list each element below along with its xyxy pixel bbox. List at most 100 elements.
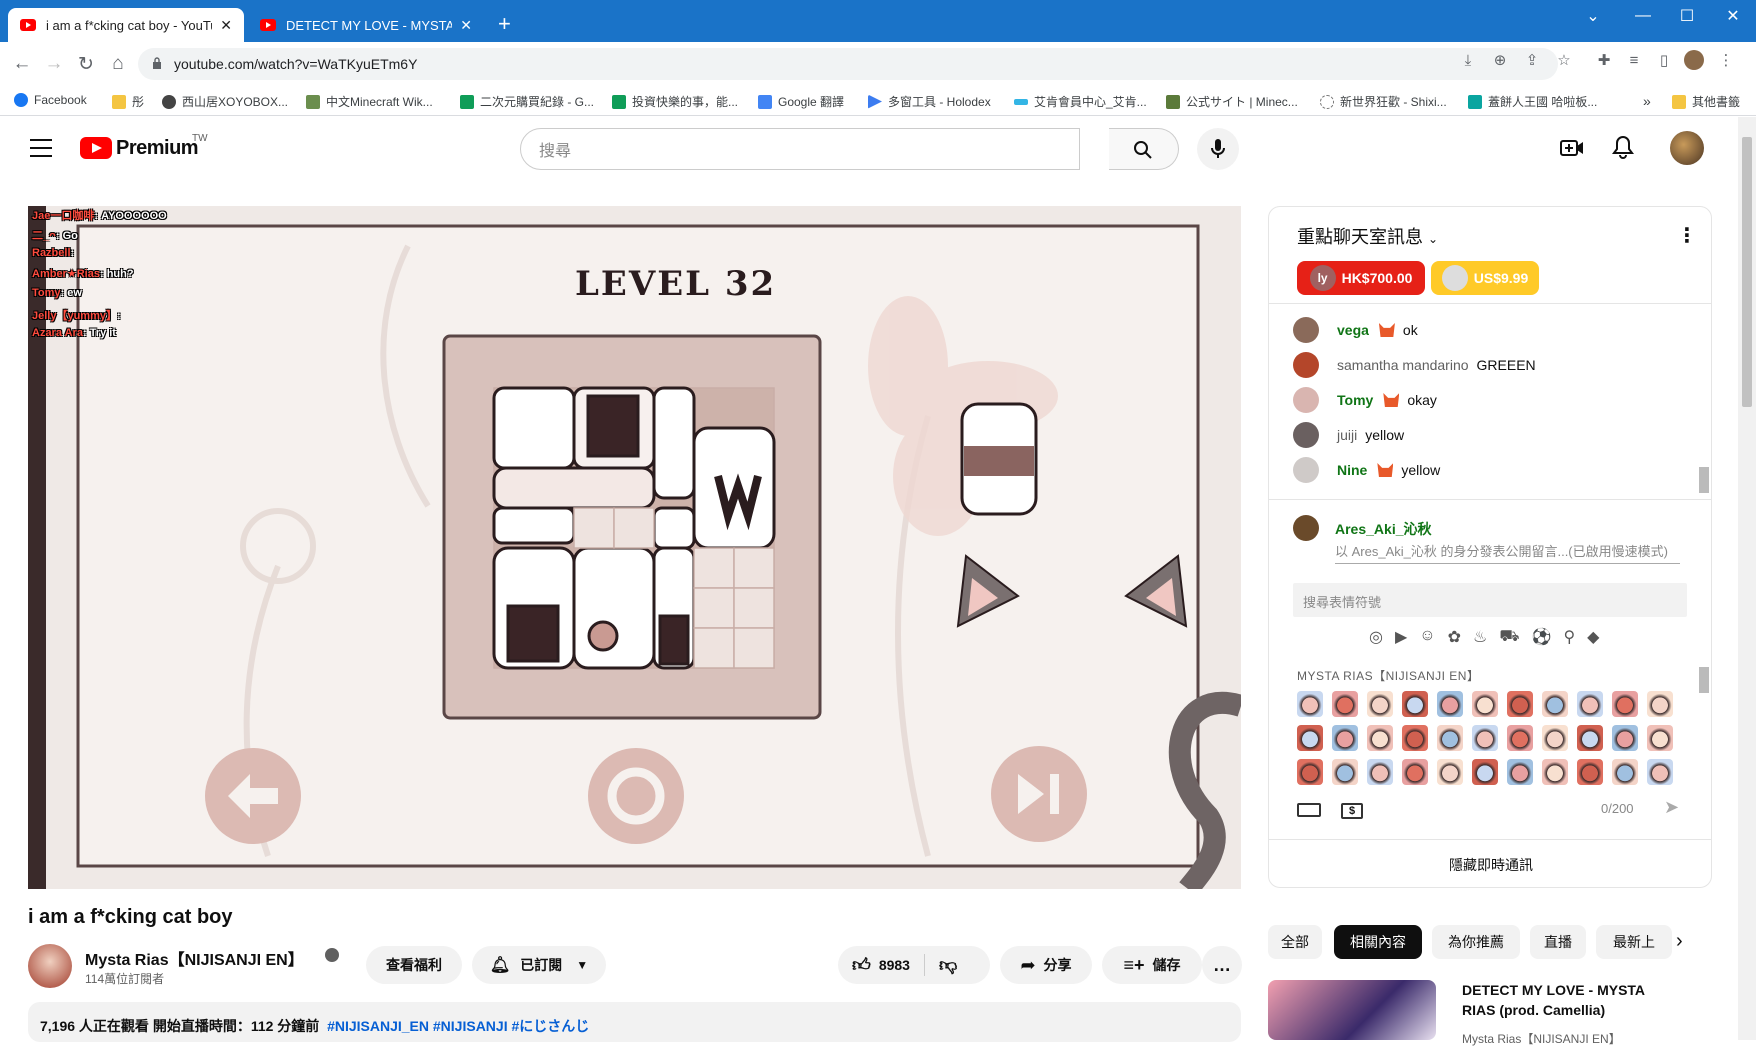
travel-category-icon[interactable]: ⛟ (1499, 627, 1519, 647)
filter-chip-related[interactable]: 相關內容 (1334, 925, 1422, 959)
chrome-menu-icon[interactable]: ⋮ (1716, 50, 1736, 70)
new-tab-button[interactable]: + (498, 11, 511, 37)
hashtags[interactable]: #NIJISANJI_EN #NIJISANJI #にじさんじ (327, 1018, 589, 1034)
member-emoji[interactable] (1612, 725, 1638, 751)
view-perks-button[interactable]: 查看福利 (366, 946, 462, 984)
channel-avatar[interactable] (28, 944, 72, 988)
share-button[interactable]: ➦ 分享 (1000, 946, 1092, 984)
bookmark-star-icon[interactable]: ☆ (1554, 50, 1574, 70)
bookmark-cookie-kingdom[interactable]: 蓋餅人王國 哈啦板... (1468, 93, 1597, 110)
member-emoji[interactable] (1507, 759, 1533, 785)
related-video-title[interactable]: DETECT MY LOVE - MYSTA RIAS (prod. Camel… (1462, 980, 1662, 1020)
member-emoji[interactable] (1612, 759, 1638, 785)
bookmark-google-translate[interactable]: Google 翻譯 (758, 93, 844, 110)
bookmark-minecraft-official[interactable]: 公式サイト | Minec... (1166, 93, 1298, 110)
chat-message-input[interactable]: 以 Ares_Aki_沁秋 的身分發表公開留言...(已啟用慢速模式) (1335, 543, 1680, 564)
filter-chip-live[interactable]: 直播 (1530, 925, 1586, 959)
chat-message[interactable]: Tomy okay (1293, 387, 1437, 413)
youtube-emoji-category-icon[interactable]: ▶ (1395, 627, 1407, 647)
member-emoji[interactable] (1612, 691, 1638, 717)
reload-icon[interactable]: ↻ (74, 52, 98, 76)
member-emoji[interactable] (1647, 759, 1673, 785)
bookmark-holodex[interactable]: 多窗工具 - Holodex (868, 93, 991, 110)
objects-category-icon[interactable]: ⚲ (1563, 627, 1575, 647)
member-emoji[interactable] (1437, 759, 1463, 785)
member-emoji[interactable] (1507, 725, 1533, 751)
member-emoji[interactable] (1577, 691, 1603, 717)
member-emoji[interactable] (1507, 691, 1533, 717)
tab-cat-boy[interactable]: i am a f*cking cat boy - YouTub ✕ (8, 8, 244, 42)
member-emoji[interactable] (1647, 691, 1673, 717)
bookmark-minecraft-wiki[interactable]: 中文Minecraft Wik... (306, 93, 433, 110)
like-count[interactable]: 8983 (879, 957, 910, 973)
super-chat-icon[interactable]: $ (1341, 803, 1363, 819)
member-emoji[interactable] (1472, 759, 1498, 785)
bookmark-xoyobox[interactable]: 西山居XOYOBOX... (162, 93, 288, 110)
member-emoji-category-icon[interactable]: ◎ (1369, 627, 1383, 647)
account-avatar[interactable] (1670, 131, 1704, 165)
bookmark-folder[interactable]: 彤 (112, 93, 144, 110)
more-actions-button[interactable]: … (1202, 946, 1242, 984)
member-emoji[interactable] (1367, 691, 1393, 717)
member-emoji[interactable] (1402, 691, 1428, 717)
voice-search-button[interactable] (1197, 128, 1239, 170)
keyboard-icon[interactable] (1297, 803, 1321, 817)
create-video-icon[interactable] (1560, 137, 1584, 159)
bookmark-purchase-record[interactable]: 二次元購買紀錄 - G... (460, 93, 594, 110)
zoom-icon[interactable]: ⊕ (1490, 50, 1510, 70)
member-emoji[interactable] (1437, 725, 1463, 751)
hide-chat-button[interactable]: 隱藏即時通訊 (1269, 855, 1711, 875)
chat-menu-icon[interactable]: ⋮ (1677, 223, 1697, 248)
member-emoji[interactable] (1332, 725, 1358, 751)
extensions-icon[interactable]: ✚ (1594, 50, 1614, 70)
youtube-logo-icon[interactable] (80, 137, 112, 159)
member-emoji[interactable] (1577, 759, 1603, 785)
home-icon[interactable]: ⌂ (106, 52, 130, 76)
member-emoji[interactable] (1472, 725, 1498, 751)
tab-detect-my-love[interactable]: DETECT MY LOVE - MYSTA RIAS ✕ (248, 8, 484, 42)
install-app-icon[interactable]: ⤓ (1458, 50, 1478, 70)
scrollbar-thumb[interactable] (1742, 137, 1752, 407)
chat-scrollbar-thumb[interactable] (1699, 467, 1709, 493)
member-emoji[interactable] (1332, 759, 1358, 785)
activity-category-icon[interactable]: ✿ (1448, 627, 1461, 647)
sports-category-icon[interactable]: ⚽ (1532, 627, 1552, 647)
member-emoji[interactable] (1367, 759, 1393, 785)
media-control-icon[interactable]: ≡ (1624, 50, 1644, 70)
hamburger-menu-icon[interactable] (30, 139, 52, 157)
description-box[interactable]: 7,196 人正在觀看 開始直播時間：112 分鐘前 #NIJISANJI_EN… (28, 1002, 1241, 1042)
member-emoji[interactable] (1647, 725, 1673, 751)
related-thumbnail[interactable] (1268, 980, 1436, 1040)
back-icon[interactable]: ← (10, 52, 34, 76)
emoji-search-input[interactable]: 搜尋表情符號 (1293, 583, 1687, 617)
like-icon[interactable]: 👍︎ (852, 954, 871, 976)
superchat-ticker[interactable]: US$9.99 (1431, 261, 1539, 295)
chevron-right-icon[interactable]: › (1676, 930, 1683, 953)
maximize-icon[interactable]: ☐ (1664, 0, 1710, 32)
member-emoji[interactable] (1437, 691, 1463, 717)
emoji-scrollbar-thumb[interactable] (1699, 667, 1709, 693)
bookmark-investment[interactable]: 投資快樂的事，能... (612, 93, 738, 110)
chat-message[interactable]: vega ok (1293, 317, 1418, 343)
chat-message[interactable]: juiji yellow (1293, 422, 1404, 448)
dislike-icon[interactable]: 👎︎ (939, 954, 957, 976)
filter-chip-recommended[interactable]: 為你推薦 (1432, 925, 1520, 959)
search-input[interactable]: 搜尋 (520, 128, 1080, 170)
bookmark-facebook[interactable]: Facebook (14, 93, 87, 107)
youtube-premium-logo[interactable]: Premium (116, 137, 199, 160)
close-tab-icon[interactable]: ✕ (460, 17, 472, 34)
chat-message[interactable]: Nine yellow (1293, 457, 1440, 483)
member-emoji[interactable] (1297, 759, 1323, 785)
tab-search-icon[interactable]: ⌄ (1570, 0, 1616, 32)
profile-avatar[interactable] (1684, 50, 1704, 70)
subscribed-button[interactable]: 🔔︎ 已訂閱 ▼ (472, 946, 606, 984)
member-emoji[interactable] (1577, 725, 1603, 751)
food-category-icon[interactable]: ♨ (1473, 627, 1487, 647)
bookmark-icon-member[interactable]: 艾肯會員中心_艾肯... (1014, 93, 1147, 110)
member-emoji[interactable] (1402, 759, 1428, 785)
member-emoji[interactable] (1542, 691, 1568, 717)
smiley-category-icon[interactable]: ☺ (1419, 627, 1435, 647)
forward-icon[interactable]: → (42, 52, 66, 76)
member-emoji[interactable] (1367, 725, 1393, 751)
other-bookmarks[interactable]: 其他書籤 (1672, 93, 1740, 110)
